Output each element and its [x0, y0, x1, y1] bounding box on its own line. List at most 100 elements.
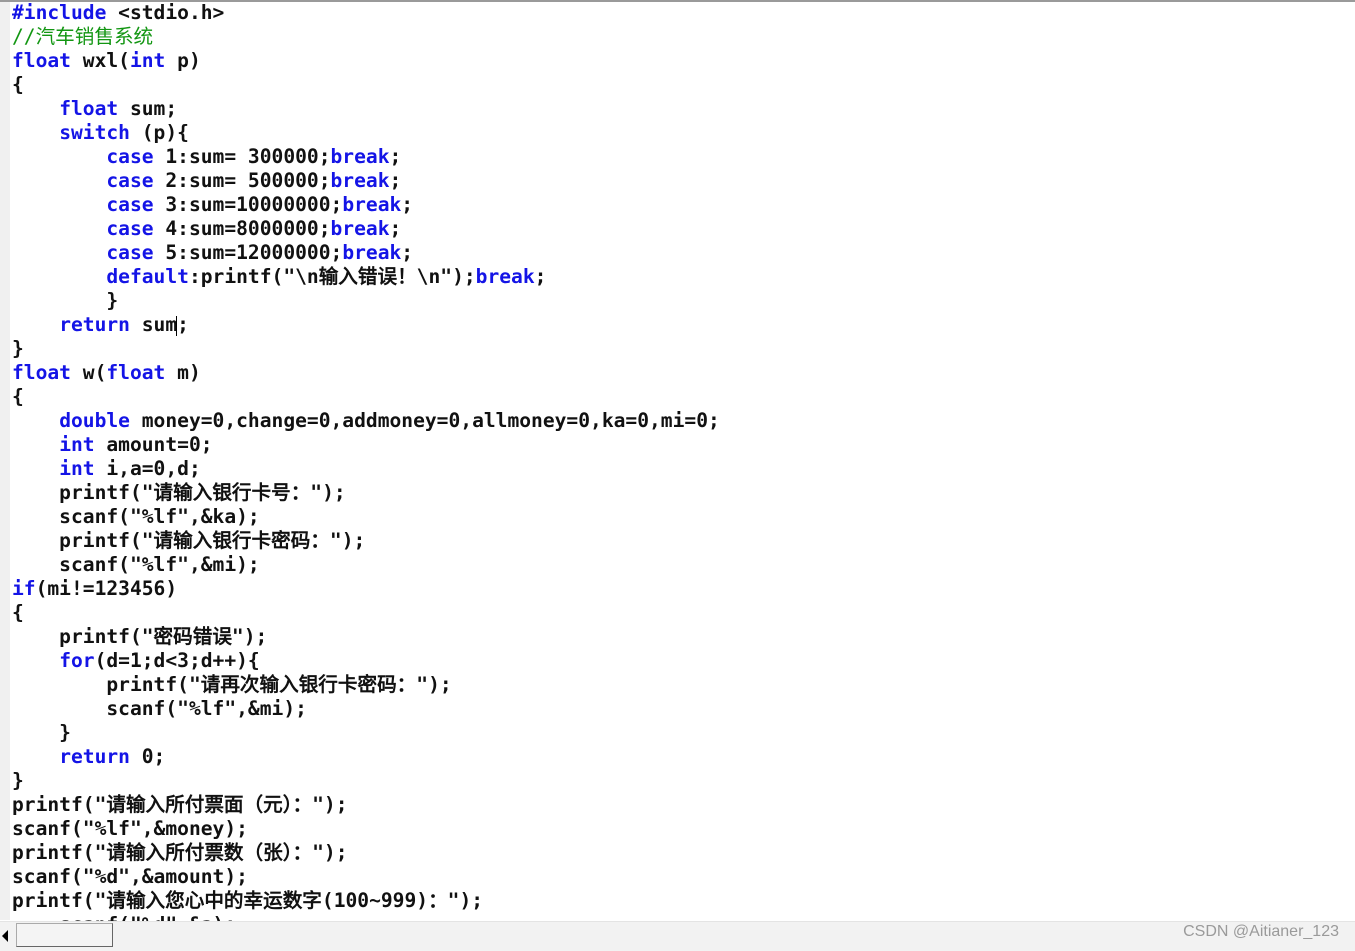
- code-line[interactable]: default:printf("\n输入错误！\n");break;: [12, 265, 1352, 289]
- code-text: ;: [389, 217, 402, 240]
- code-text: }: [12, 721, 71, 744]
- code-keyword: break: [475, 265, 535, 288]
- code-line[interactable]: scanf("%d",&a);: [12, 913, 1352, 921]
- code-line[interactable]: switch (p){: [12, 121, 1352, 145]
- watermark: CSDN @Aitianer_123: [1183, 923, 1339, 940]
- code-text: printf("请输入所付票面（元）：");: [12, 793, 348, 816]
- code-line[interactable]: case 4:sum=8000000;break;: [12, 217, 1352, 241]
- code-text: (p){: [129, 121, 189, 144]
- code-line[interactable]: printf("请输入所付票面（元）：");: [12, 793, 1352, 817]
- code-line[interactable]: scanf("%lf",&mi);: [12, 553, 1352, 577]
- code-text: :printf("\n输入错误！\n");: [188, 265, 476, 288]
- code-editor[interactable]: #include <stdio.h>//汽车销售系统 float wxl(int …: [12, 1, 1352, 921]
- code-keyword: case: [106, 193, 154, 216]
- horizontal-scrollbar[interactable]: [0, 921, 1355, 951]
- code-text: ;: [534, 265, 547, 288]
- code-line[interactable]: float sum;: [12, 97, 1352, 121]
- code-line[interactable]: #include <stdio.h>: [12, 1, 1352, 25]
- code-line[interactable]: case 1:sum= 300000;break;: [12, 145, 1352, 169]
- code-line[interactable]: }: [12, 721, 1352, 745]
- code-keyword: return: [59, 745, 130, 768]
- scrollbar-thumb[interactable]: [16, 923, 113, 947]
- code-keyword: for: [59, 649, 95, 672]
- code-line[interactable]: {: [12, 73, 1352, 97]
- code-keyword: int: [59, 433, 95, 456]
- code-line[interactable]: for(d=1;d<3;d++){: [12, 649, 1352, 673]
- code-line[interactable]: //汽车销售系统: [12, 25, 1352, 49]
- code-line[interactable]: double money=0,change=0,addmoney=0,allmo…: [12, 409, 1352, 433]
- code-line[interactable]: scanf("%lf",&mi);: [12, 697, 1352, 721]
- code-line[interactable]: scanf("%d",&amount);: [12, 865, 1352, 889]
- code-line[interactable]: {: [12, 385, 1352, 409]
- code-keyword: return: [59, 313, 130, 336]
- editor-gutter: [0, 2, 10, 920]
- code-keyword: break: [342, 193, 402, 216]
- code-line[interactable]: printf("请再次输入银行卡密码：");: [12, 673, 1352, 697]
- code-line[interactable]: case 5:sum=12000000;break;: [12, 241, 1352, 265]
- code-text: money=0,change=0,addmoney=0,allmoney=0,k…: [129, 409, 720, 432]
- code-keyword: break: [330, 169, 390, 192]
- code-line[interactable]: printf("请输入您心中的幸运数字(100~999)：");: [12, 889, 1352, 913]
- code-line[interactable]: float wxl(int p): [12, 49, 1352, 73]
- code-line[interactable]: printf("请输入所付票数（张）：");: [12, 841, 1352, 865]
- code-keyword: break: [342, 241, 402, 264]
- code-line[interactable]: scanf("%lf",&money);: [12, 817, 1352, 841]
- code-line[interactable]: int i,a=0,d;: [12, 457, 1352, 481]
- code-text: scanf("%d",&a);: [12, 913, 236, 921]
- code-keyword: double: [59, 409, 130, 432]
- code-text: ;: [401, 193, 414, 216]
- code-line[interactable]: printf("密码错误");: [12, 625, 1352, 649]
- code-line[interactable]: case 3:sum=10000000;break;: [12, 193, 1352, 217]
- code-line[interactable]: }: [12, 769, 1352, 793]
- code-text: printf("请再次输入银行卡密码：");: [12, 673, 452, 696]
- code-text: ;: [177, 313, 189, 336]
- code-keyword: int: [129, 49, 166, 72]
- code-line[interactable]: case 2:sum= 500000;break;: [12, 169, 1352, 193]
- code-line[interactable]: float w(float m): [12, 361, 1352, 385]
- code-text: printf("密码错误");: [12, 625, 268, 648]
- code-text: (mi!=123456): [35, 577, 178, 600]
- code-keyword: float: [106, 361, 166, 384]
- code-text: m): [165, 361, 201, 384]
- code-text: scanf("%lf",&mi);: [12, 697, 307, 720]
- code-text: scanf("%lf",&ka);: [12, 505, 260, 528]
- code-keyword: case: [106, 217, 154, 240]
- code-line[interactable]: printf("请输入银行卡密码：");: [12, 529, 1352, 553]
- code-line[interactable]: int amount=0;: [12, 433, 1352, 457]
- code-line[interactable]: return sum;: [12, 313, 1352, 337]
- scroll-left-arrow-icon[interactable]: [2, 930, 8, 942]
- code-text: <stdio.h>: [106, 1, 225, 24]
- code-text: 2:sum= 500000;: [153, 169, 331, 192]
- code-line[interactable]: }: [12, 337, 1352, 361]
- code-text: {: [12, 73, 24, 96]
- code-keyword: break: [330, 217, 390, 240]
- code-text: scanf("%d",&amount);: [12, 865, 248, 888]
- code-text: 1:sum= 300000;: [153, 145, 331, 168]
- code-text: printf("请输入所付票数（张）：");: [12, 841, 348, 864]
- code-text: printf("请输入银行卡号：");: [12, 481, 346, 504]
- code-line[interactable]: printf("请输入银行卡号：");: [12, 481, 1352, 505]
- code-text: sum: [129, 313, 178, 336]
- code-text: {: [12, 385, 24, 408]
- code-text: p): [165, 49, 201, 72]
- code-line[interactable]: if(mi!=123456): [12, 577, 1352, 601]
- code-line[interactable]: return 0;: [12, 745, 1352, 769]
- code-text: ;: [389, 169, 402, 192]
- code-line[interactable]: }: [12, 289, 1352, 313]
- code-line[interactable]: scanf("%lf",&ka);: [12, 505, 1352, 529]
- code-keyword: #include: [12, 1, 107, 24]
- code-line[interactable]: {: [12, 601, 1352, 625]
- code-text: (d=1;d<3;d++){: [94, 649, 260, 672]
- code-keyword: if: [12, 577, 36, 600]
